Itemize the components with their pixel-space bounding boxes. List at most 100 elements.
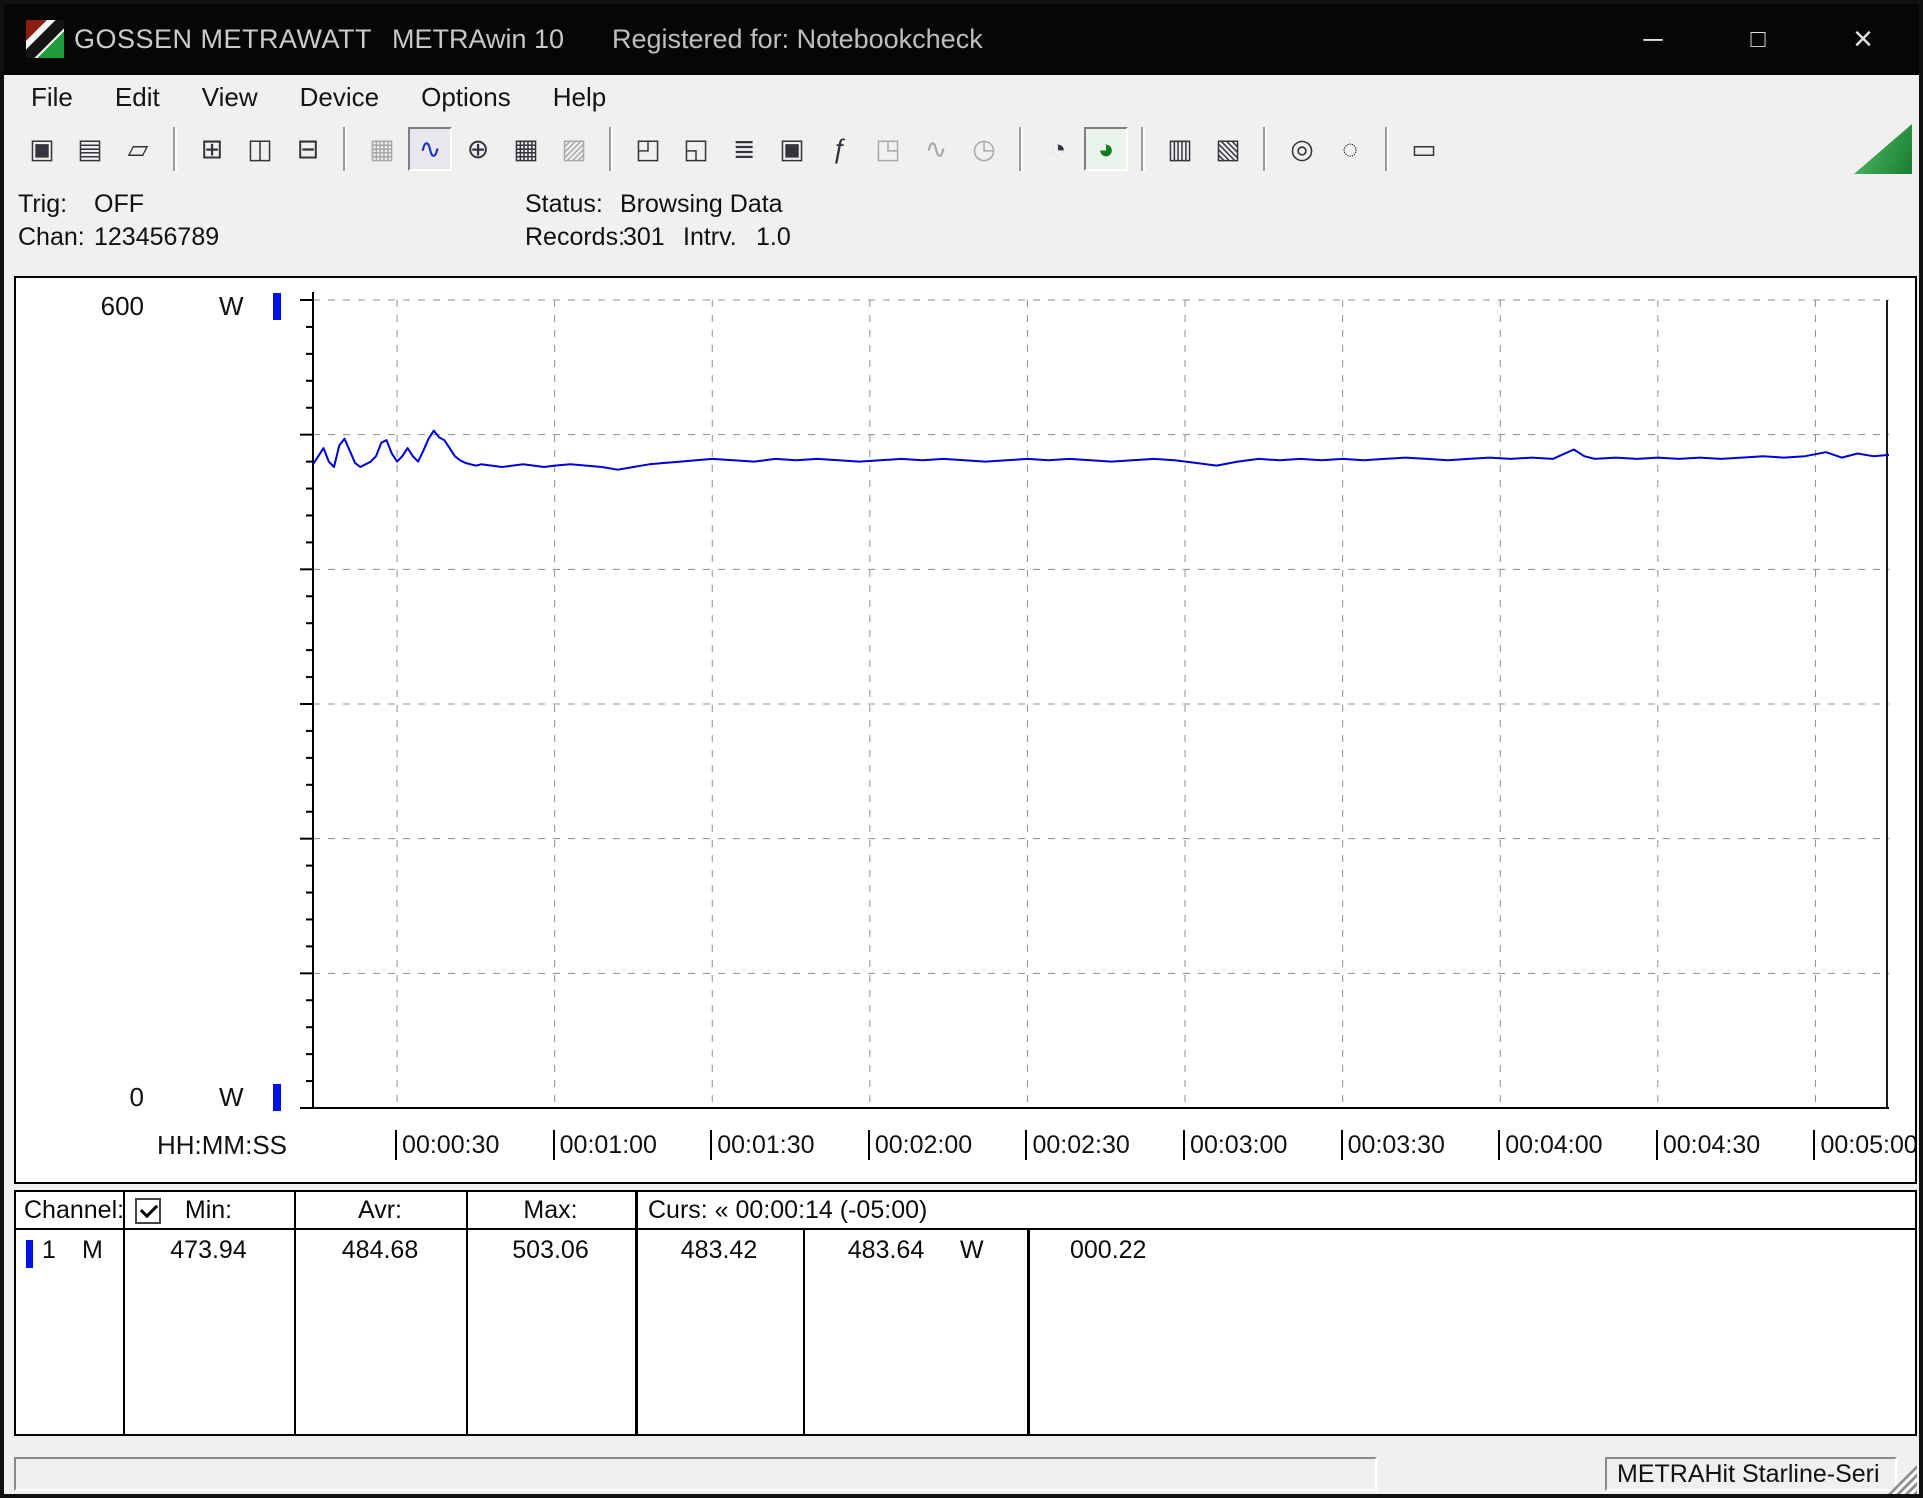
max-value-cell: 503.06 — [512, 1236, 589, 1264]
histogram-button[interactable]: ▨ — [552, 127, 596, 171]
floppy-disk-icon: ▣ — [29, 133, 55, 164]
maximize-button[interactable]: □ — [1723, 4, 1793, 75]
save-button[interactable]: ▣ — [20, 127, 64, 171]
avr-column-header: Avr: — [358, 1196, 402, 1224]
zoom-in-button[interactable]: ◎ — [1280, 127, 1324, 171]
toolbar-separator — [173, 127, 177, 171]
monitor-icon: ▣ — [779, 133, 805, 164]
x-axis-tick-label: 00:03:30 — [1340, 1130, 1445, 1160]
channels-label: Chan: — [18, 223, 85, 251]
save-as-button[interactable]: ▤ — [68, 127, 112, 171]
channel-config-icon: ◱ — [683, 133, 709, 164]
x-axis-tick-label: 00:02:30 — [1025, 1130, 1130, 1160]
zoom-out-icon: ◌ — [1341, 133, 1359, 164]
yt-chart-button[interactable]: ∿ — [408, 127, 452, 171]
menu-bar: File Edit View Device Options Help — [4, 75, 1919, 119]
title-bar: GOSSEN METRAWATT METRAwin 10 Registered … — [4, 4, 1919, 75]
floppy-pencil-icon: ▤ — [77, 133, 103, 164]
status-message-field — [14, 1457, 1377, 1491]
x-axis-tick-label: 00:03:00 — [1183, 1130, 1287, 1160]
title-brand: GOSSEN METRAWATT — [74, 24, 372, 54]
min-value-cell: 473.94 — [170, 1236, 247, 1264]
toolbar-separator — [609, 127, 613, 171]
record-timer-icon: ◕ — [1097, 133, 1115, 164]
min-column-header: Min: — [184, 1196, 233, 1224]
status-bar: METRAHit Starline-Seri — [4, 1451, 1919, 1494]
x-axis-tick-label: 00:01:00 — [552, 1130, 657, 1160]
zoom-in-icon: ◎ — [1290, 133, 1314, 164]
live-record-button[interactable]: ◕ — [1084, 127, 1128, 171]
percent-scale-button[interactable]: ◔ — [1036, 127, 1080, 171]
trigger-value: OFF — [94, 190, 144, 218]
app-window: GOSSEN METRAWATT METRAwin 10 Registered … — [0, 0, 1923, 1498]
export-data-button[interactable]: ⊞ — [190, 127, 234, 171]
channel-column-header: Channel: — [24, 1196, 125, 1224]
channels-value: 123456789 — [94, 223, 220, 251]
device-memory-button[interactable]: ⊟ — [286, 127, 330, 171]
yt-chart-icon: ∿ — [418, 133, 442, 164]
channel-config-button[interactable]: ◱ — [674, 127, 718, 171]
numeric-panel-icon: ▦ — [369, 133, 395, 164]
numeric-display-button[interactable]: ▦ — [360, 127, 404, 171]
device-read-icon: ◫ — [247, 133, 273, 164]
x-axis-tick-label: 00:02:00 — [867, 1130, 972, 1160]
filter-button[interactable]: ∿ — [914, 127, 958, 171]
copy-chart-button[interactable]: ◰ — [626, 127, 670, 171]
toolbar-separator — [1141, 127, 1145, 171]
interval-label: Intrv. — [683, 223, 737, 251]
x-axis-tick-label: 00:00:30 — [395, 1130, 499, 1160]
table-divider — [803, 1230, 805, 1434]
channel-mode-cell: M — [82, 1236, 103, 1264]
menu-item-options[interactable]: Options — [400, 82, 532, 113]
fx-icon: ƒ — [832, 133, 848, 164]
unit-cell: W — [960, 1236, 984, 1264]
channel-stats-table: Channel: Min: Avr: Max: Curs: « 00:00:14… — [14, 1190, 1917, 1436]
close-button[interactable]: × — [1828, 4, 1898, 75]
calculator-button[interactable]: ◳ — [866, 127, 910, 171]
menu-item-file[interactable]: File — [10, 82, 94, 113]
status-label: Status: — [525, 190, 603, 218]
toolbar: ▣ ▤ ▱ ⊞ ◫ ⊟ ▦ ∿ ⊕ ▦ ▨ ◰ ◱ ≣ ▣ ƒ ◳ ∿ ◷ ◔ ◕ ▥ ▧ ◎ ◌ ▭ — [4, 119, 1919, 179]
printer-icon: ▥ — [1167, 133, 1193, 164]
toolbar-separator — [343, 127, 347, 171]
minimize-button[interactable]: ─ — [1618, 4, 1688, 75]
data-table-button[interactable]: ▦ — [504, 127, 548, 171]
max-column-header: Max: — [523, 1196, 578, 1224]
table-divider — [123, 1192, 125, 1434]
help-tooltip-button[interactable]: ▭ — [1402, 127, 1446, 171]
measurement-list-button[interactable]: ≣ — [722, 127, 766, 171]
print-button[interactable]: ▥ — [1158, 127, 1202, 171]
device-memory-icon: ⊟ — [296, 133, 320, 164]
percent-clock-icon: ◔ — [1049, 133, 1067, 164]
menu-item-device[interactable]: Device — [279, 82, 400, 113]
channel-number-cell: 1 — [42, 1236, 56, 1264]
envelope-button[interactable]: ◷ — [962, 127, 1006, 171]
x-axis-tick-label: 00:04:30 — [1655, 1130, 1760, 1160]
monitor-button[interactable]: ▣ — [770, 127, 814, 171]
cursor2-value-cell: 483.64 — [847, 1236, 925, 1264]
status-value: Browsing Data — [620, 190, 783, 218]
menu-item-help[interactable]: Help — [532, 82, 627, 113]
xy-chart-button[interactable]: ⊕ — [456, 127, 500, 171]
channel-color-marker — [26, 1240, 33, 1268]
calculator-icon: ◳ — [875, 133, 901, 164]
x-axis-tick-label: 00:05:00 — [1813, 1130, 1915, 1160]
menu-item-view[interactable]: View — [181, 82, 279, 113]
table-grid-icon: ▦ — [513, 133, 539, 164]
cursor1-value-cell: 483.42 — [680, 1236, 758, 1264]
print-preview-button[interactable]: ▧ — [1206, 127, 1250, 171]
formula-button[interactable]: ƒ — [818, 127, 862, 171]
zoom-out-button[interactable]: ◌ — [1328, 127, 1372, 171]
x-axis-tick-label: 00:04:00 — [1498, 1130, 1603, 1160]
menu-item-edit[interactable]: Edit — [94, 82, 181, 113]
table-header-divider — [16, 1228, 1915, 1230]
envelope-curve-icon: ◷ — [972, 133, 996, 164]
crosshair-icon: ⊕ — [466, 133, 490, 164]
open-folder-icon: ▱ — [127, 133, 149, 164]
chart-canvas[interactable] — [16, 278, 1915, 1182]
avr-value-cell: 484.68 — [341, 1236, 419, 1264]
open-button[interactable]: ▱ — [116, 127, 160, 171]
histogram-icon: ▨ — [561, 133, 587, 164]
trigger-label: Trig: — [18, 190, 68, 218]
read-device-button[interactable]: ◫ — [238, 127, 282, 171]
